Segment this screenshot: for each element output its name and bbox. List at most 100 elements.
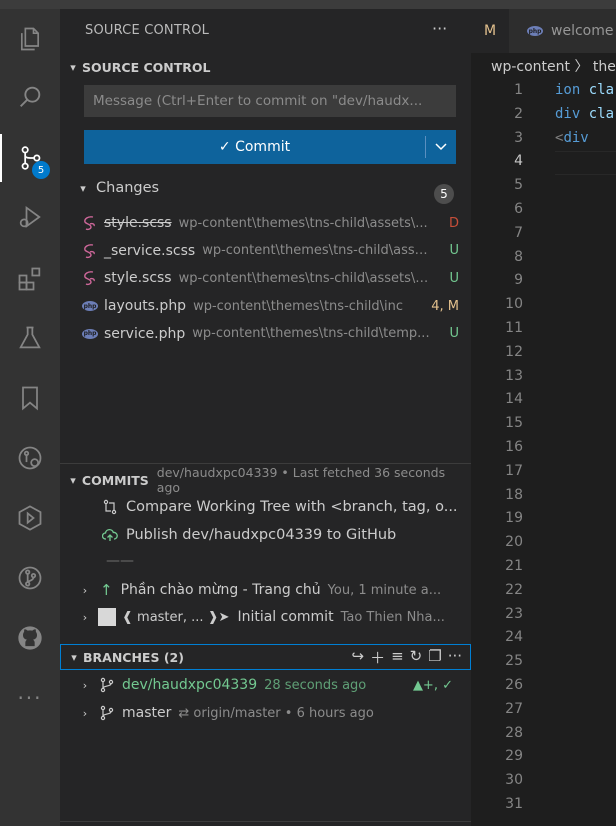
commits-section-header[interactable]: ▾ COMMITS dev/haudxpc04339 • Last fetche… [60, 465, 471, 495]
publish-branch-item[interactable]: Publish dev/haudxpc04339 to GitHub [60, 523, 471, 547]
compare-icon [102, 499, 118, 515]
file-name: style.scss [104, 215, 172, 231]
branch-name: master [122, 705, 172, 721]
sidebar-more-button[interactable]: ··· [432, 19, 447, 38]
php-icon: php [527, 26, 543, 36]
code-line-1[interactable]: ion cla [555, 82, 614, 98]
commit-message: Phần chào mừng - Trang chủ [120, 582, 321, 598]
line-number: 4 [514, 153, 523, 170]
branches-section-header[interactable]: ▾ BRANCHES (2) ↪ ＋ ≡ ↻ ❐ ··· [60, 644, 471, 670]
git-branch-icon [100, 677, 114, 693]
cloud-upload-icon [102, 527, 118, 543]
add-icon[interactable]: ＋ [370, 647, 385, 668]
line-number: 29 [505, 748, 523, 765]
changes-count-badge: 5 [434, 184, 454, 204]
git-graph-icon[interactable] [0, 434, 60, 482]
editor-tab[interactable]: M [471, 9, 509, 53]
code-line-3[interactable]: <div [555, 130, 589, 146]
line-number: 10 [505, 296, 523, 313]
github-icon[interactable] [0, 614, 60, 662]
section-divider [60, 821, 471, 822]
file-name: service.php [104, 325, 186, 342]
scm-badge: 5 [32, 161, 50, 179]
branches-label: BRANCHES (2) [83, 649, 184, 665]
changed-file-row[interactable]: style.scss wp-content\themes\tns-child\as… [60, 266, 471, 290]
compare-label: Compare Working Tree with <branch, tag, … [126, 499, 458, 515]
view-options-icon[interactable]: ≡ [391, 647, 404, 668]
source-control-icon[interactable]: 5 [0, 134, 60, 182]
changed-file-row[interactable]: _service.scss wp-content\themes\tns-child… [60, 239, 471, 263]
activity-bar: 5 ··· [0, 9, 60, 826]
remote-explorer-icon[interactable] [0, 494, 60, 542]
commit-button[interactable]: ✓ Commit [84, 139, 425, 155]
line-number: 25 [505, 653, 523, 670]
compare-working-tree-item[interactable]: Compare Working Tree with <branch, tag, … [60, 495, 471, 519]
file-path: wp-content\themes\tns-child\temp... [192, 326, 430, 342]
chevron-down-icon: ▾ [70, 473, 76, 487]
line-number: 13 [505, 367, 523, 384]
bookmarks-icon[interactable] [0, 374, 60, 422]
commit-row[interactable]: › ↑ Phần chào mừng - Trang chủ You, 1 mi… [60, 578, 471, 602]
line-number: 22 [505, 581, 523, 598]
line-number: 12 [505, 343, 523, 360]
run-debug-icon[interactable] [0, 193, 60, 241]
commit-refs: ❰ master, ... ❱➤ [122, 609, 230, 625]
source-control-sidebar: SOURCE CONTROL ··· ▾ SOURCE CONTROL Mess… [60, 9, 471, 826]
extensions-icon[interactable] [0, 255, 60, 303]
changed-file-row[interactable]: php service.php wp-content\themes\tns-chil… [60, 322, 471, 346]
changes-group-header[interactable]: ▾ Changes [60, 176, 471, 200]
sidebar-title: SOURCE CONTROL [85, 23, 210, 38]
chevron-right-icon: › [82, 678, 88, 692]
chevron-down-icon [435, 143, 447, 151]
commit-message-input[interactable]: Message (Ctrl+Enter to commit on "dev/ha… [84, 85, 456, 117]
commit-row[interactable]: › ❰ master, ... ❱➤ Initial commit Tao Th… [60, 605, 471, 629]
explorer-icon[interactable] [0, 15, 60, 63]
file-status: 4, M [431, 298, 459, 314]
editor-tab-bar: M php welcome [471, 9, 616, 53]
chevron-right-icon: › [82, 610, 88, 624]
commits-detail: dev/haudxpc04339 • Last fetched 36 secon… [156, 465, 446, 495]
changed-file-row[interactable]: php layouts.php wp-content\themes\tns-chil… [60, 294, 471, 318]
changes-label: Changes [96, 180, 160, 196]
line-number: 5 [514, 177, 523, 194]
refresh-icon[interactable]: ↻ [410, 647, 423, 668]
avatar [98, 608, 116, 626]
sass-icon [82, 243, 98, 259]
collapse-all-icon[interactable]: ❐ [428, 647, 441, 668]
branch-row[interactable]: › master ⇄ origin/master • 6 hours ago [60, 701, 471, 725]
editor-tab-welcome[interactable]: php welcome [509, 9, 616, 53]
commit-button-group: ✓ Commit [84, 130, 456, 164]
file-status: U [449, 326, 459, 342]
testing-icon[interactable] [0, 314, 60, 362]
line-number: 8 [514, 248, 523, 265]
php-icon: php [82, 328, 98, 339]
changed-file-row[interactable]: style.scss wp-content\themes\tns-child\as… [60, 211, 471, 235]
more-icon[interactable]: ··· [0, 674, 60, 722]
git-branch-icon [100, 705, 114, 721]
switch-branch-icon[interactable]: ↪ [351, 647, 364, 668]
sass-icon [82, 270, 98, 286]
search-icon[interactable] [0, 73, 60, 121]
line-number: 20 [505, 534, 523, 551]
line-number: 3 [514, 129, 523, 146]
gitlens-icon[interactable] [0, 554, 60, 602]
line-number: 28 [505, 724, 523, 741]
line-number: 17 [505, 462, 523, 479]
code-line-2[interactable]: div cla [555, 106, 614, 122]
scm-section-label: SOURCE CONTROL [82, 59, 211, 75]
line-number: 31 [505, 796, 523, 812]
file-name: _service.scss [104, 242, 196, 259]
line-number: 7 [514, 224, 523, 241]
file-path: wp-content\themes\tns-child\asse... [202, 243, 431, 259]
line-number: 18 [505, 486, 523, 503]
more-actions-icon[interactable]: ··· [448, 647, 462, 668]
branches-toolbar: ↪ ＋ ≡ ↻ ❐ ··· [351, 647, 462, 668]
commit-dropdown-button[interactable] [426, 140, 456, 154]
branch-row[interactable]: › dev/haudxpc04339 28 seconds ago ▲+, ✓ [60, 673, 471, 697]
line-number: 11 [505, 320, 523, 336]
line-number: 27 [505, 700, 523, 717]
file-status: U [449, 270, 459, 286]
php-icon: php [82, 301, 98, 312]
breadcrumb[interactable]: wp-content 〉 the [491, 56, 616, 76]
scm-section-header[interactable]: ▾ SOURCE CONTROL [60, 56, 471, 78]
